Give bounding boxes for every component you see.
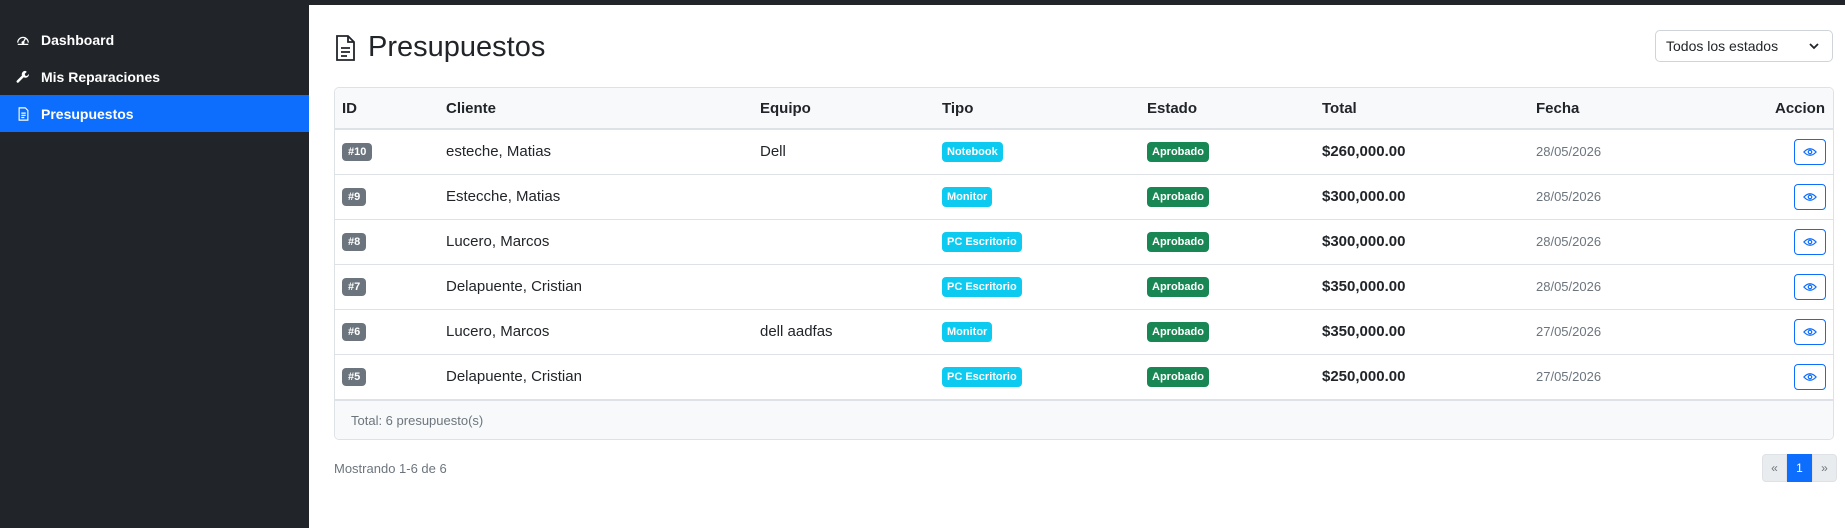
column-header-accion: Accion [1746, 88, 1833, 130]
table-row: #6 Lucero, Marcos dell aadfas Monitor Ap… [335, 309, 1833, 355]
speedometer-icon [15, 32, 31, 48]
id-badge: #5 [342, 368, 367, 386]
document-icon [15, 106, 31, 122]
pagination-prev[interactable]: « [1762, 454, 1787, 482]
tipo-badge: Notebook [942, 141, 1003, 162]
sidebar: Dashboard Mis Reparaciones Presupuestos [0, 0, 309, 528]
cell-equipo: Dell [753, 129, 935, 175]
table-row: #8 Lucero, Marcos PC Escritorio Aprobado… [335, 219, 1833, 265]
table-row: #10 esteche, Matias Dell Notebook Aproba… [335, 129, 1833, 175]
pagination-next[interactable]: » [1812, 454, 1837, 482]
cell-equipo [753, 354, 935, 400]
page-title: Presupuestos [334, 31, 545, 64]
table-row: #7 Delapuente, Cristian PC Escritorio Ap… [335, 264, 1833, 310]
cell-cliente: Estecche, Matias [439, 174, 753, 220]
sidebar-item-dashboard[interactable]: Dashboard [0, 21, 309, 58]
cell-cliente: esteche, Matias [439, 129, 753, 175]
estado-badge: Aprobado [1147, 321, 1209, 342]
cell-fecha: 27/05/2026 [1529, 354, 1746, 400]
showing-count: Mostrando 1-6 de 6 [334, 461, 447, 476]
sidebar-item-mis-reparaciones[interactable]: Mis Reparaciones [0, 58, 309, 95]
table-row: #5 Delapuente, Cristian PC Escritorio Ap… [335, 354, 1833, 400]
estado-badge: Aprobado [1147, 186, 1209, 207]
column-header-cliente[interactable]: Cliente [439, 88, 753, 130]
cell-total: $260,000.00 [1315, 129, 1529, 175]
id-badge: #8 [342, 233, 367, 251]
cell-total: $300,000.00 [1315, 174, 1529, 220]
main-content: Presupuestos Todos los estados ID Client… [309, 5, 1845, 528]
id-badge: #7 [342, 278, 367, 296]
eye-icon [1803, 372, 1817, 381]
status-filter-value: Todos los estados [1666, 38, 1779, 54]
pagination: « 1 » [1762, 454, 1837, 482]
id-badge: #10 [342, 143, 373, 162]
view-button[interactable] [1794, 228, 1826, 255]
eye-icon [1803, 327, 1817, 336]
cell-total: $250,000.00 [1315, 354, 1529, 400]
wrench-icon [15, 69, 31, 85]
cell-total: $300,000.00 [1315, 219, 1529, 265]
estado-badge: Aprobado [1147, 231, 1209, 252]
eye-icon [1803, 192, 1817, 201]
sidebar-item-label: Mis Reparaciones [41, 68, 161, 85]
table-row: #9 Estecche, Matias Monitor Aprobado $30… [335, 174, 1833, 220]
cell-total: $350,000.00 [1315, 309, 1529, 355]
sidebar-item-presupuestos[interactable]: Presupuestos [0, 95, 309, 132]
column-header-equipo[interactable]: Equipo [753, 88, 935, 130]
cell-fecha: 28/05/2026 [1529, 219, 1746, 265]
tipo-badge: PC Escritorio [942, 276, 1022, 297]
view-button[interactable] [1794, 363, 1826, 390]
column-header-id[interactable]: ID [335, 88, 439, 130]
cell-cliente: Lucero, Marcos [439, 219, 753, 265]
view-button[interactable] [1794, 318, 1826, 345]
view-button[interactable] [1794, 273, 1826, 300]
cell-fecha: 27/05/2026 [1529, 309, 1746, 355]
cell-fecha: 28/05/2026 [1529, 174, 1746, 220]
sidebar-item-label: Presupuestos [41, 105, 134, 122]
pagination-page-1[interactable]: 1 [1787, 454, 1812, 482]
eye-icon [1803, 147, 1817, 156]
chevron-down-icon [1808, 40, 1820, 52]
column-header-total[interactable]: Total [1315, 88, 1529, 130]
cell-equipo: dell aadfas [753, 309, 935, 355]
table-header-row: ID Cliente Equipo Tipo Estado Total Fech… [335, 88, 1833, 130]
page-title-text: Presupuestos [368, 31, 546, 63]
tipo-badge: Monitor [942, 186, 993, 207]
estado-badge: Aprobado [1147, 276, 1209, 297]
budgets-table-card: ID Cliente Equipo Tipo Estado Total Fech… [334, 87, 1834, 440]
tipo-badge: Monitor [942, 321, 993, 342]
status-filter-select[interactable]: Todos los estados [1655, 30, 1833, 62]
id-badge: #9 [342, 188, 367, 206]
view-button[interactable] [1794, 138, 1826, 165]
column-header-tipo[interactable]: Tipo [935, 88, 1140, 130]
sidebar-item-label: Dashboard [41, 31, 115, 48]
view-button[interactable] [1794, 183, 1826, 210]
cell-total: $350,000.00 [1315, 264, 1529, 310]
eye-icon [1803, 282, 1817, 291]
tipo-badge: PC Escritorio [942, 366, 1022, 387]
budgets-table: ID Cliente Equipo Tipo Estado Total Fech… [335, 88, 1833, 400]
cell-cliente: Lucero, Marcos [439, 309, 753, 355]
cell-fecha: 28/05/2026 [1529, 129, 1746, 175]
estado-badge: Aprobado [1147, 366, 1209, 387]
column-header-estado[interactable]: Estado [1140, 88, 1315, 130]
id-badge: #6 [342, 323, 367, 341]
column-header-fecha[interactable]: Fecha [1529, 88, 1746, 130]
cell-cliente: Delapuente, Cristian [439, 354, 753, 400]
tipo-badge: PC Escritorio [942, 231, 1022, 252]
cell-fecha: 28/05/2026 [1529, 264, 1746, 310]
sidebar-nav: Dashboard Mis Reparaciones Presupuestos [0, 21, 309, 132]
estado-badge: Aprobado [1147, 141, 1209, 162]
cell-equipo [753, 219, 935, 265]
cell-equipo [753, 174, 935, 220]
cell-cliente: Delapuente, Cristian [439, 264, 753, 310]
table-footer: Total: 6 presupuesto(s) [335, 399, 1833, 439]
cell-equipo [753, 264, 935, 310]
document-icon [334, 34, 356, 62]
eye-icon [1803, 237, 1817, 246]
